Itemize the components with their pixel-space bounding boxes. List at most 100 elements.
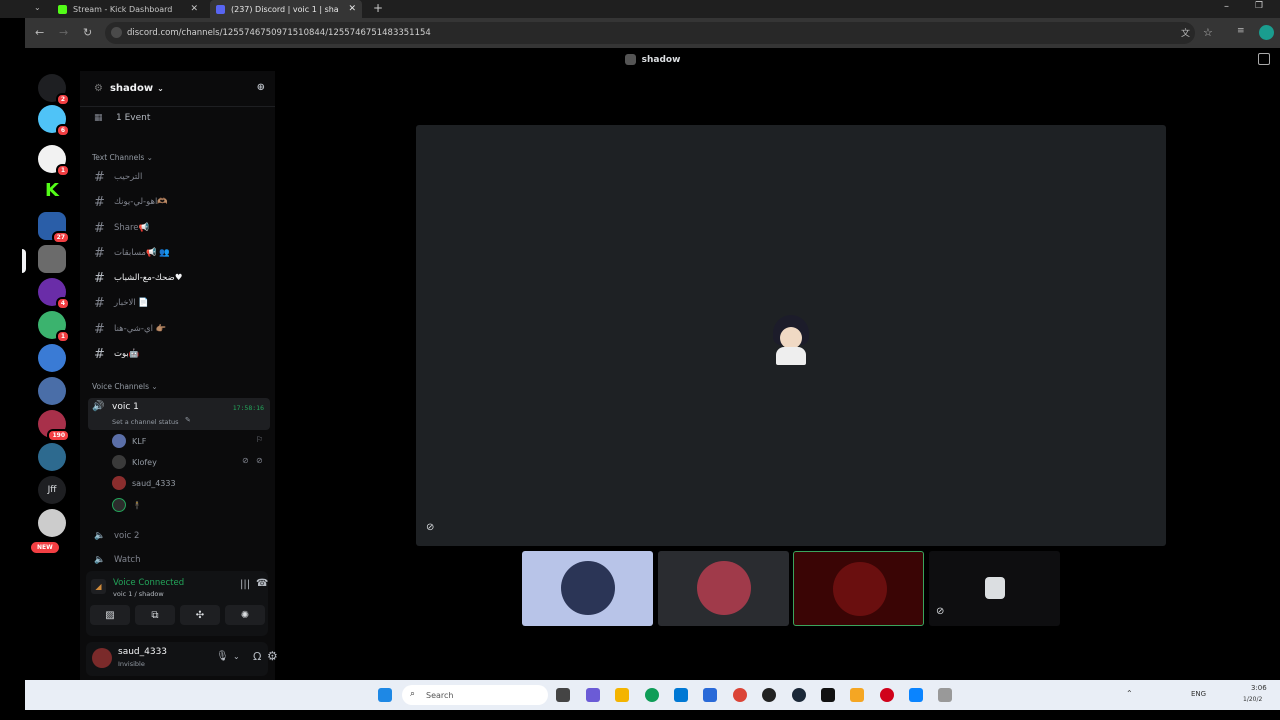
camera-toggle-button[interactable]: ▨ <box>90 605 130 625</box>
server-icon[interactable]: 190 <box>38 410 70 442</box>
pencil-icon[interactable]: ✎ <box>185 416 191 424</box>
avatar <box>833 562 887 616</box>
voice-timer: 17:58:16 <box>232 404 264 412</box>
epic-games-icon[interactable] <box>821 688 835 702</box>
translate-icon[interactable]: 文 <box>1181 26 1190 39</box>
file-explorer-icon[interactable] <box>615 688 629 702</box>
channel-status-prompt[interactable]: Set a channel status <box>112 418 179 426</box>
copilot-icon[interactable] <box>586 688 600 702</box>
server-icon[interactable]: 27 <box>38 212 70 244</box>
video-stage[interactable]: ⊘ <box>416 125 1166 546</box>
server-icon[interactable]: 1 <box>38 145 70 177</box>
server-icon[interactable]: 4 <box>38 278 70 310</box>
back-icon[interactable]: ← <box>35 26 44 39</box>
server-shadow-icon[interactable] <box>38 245 66 273</box>
steam-icon[interactable] <box>792 688 806 702</box>
tab-title: Stream - Kick Dashboard <box>73 4 173 14</box>
server-jff-icon[interactable]: Jff <box>38 476 66 504</box>
voice-member[interactable]: Klofey <box>112 455 157 469</box>
language-indicator[interactable]: ENG <box>1191 690 1206 698</box>
participant-tile[interactable]: ⊘ <box>929 551 1060 626</box>
close-tab-icon[interactable]: ✕ <box>190 4 198 14</box>
text-channel[interactable]: # الاخبار 📄 <box>92 292 270 314</box>
tab-kick-dashboard[interactable]: Stream - Kick Dashboard ✕ <box>52 0 204 18</box>
site-info-icon[interactable] <box>111 27 122 38</box>
invite-people-icon[interactable]: ⊕ <box>257 82 265 93</box>
server-icon[interactable]: 1 <box>38 311 70 343</box>
store-icon[interactable] <box>674 688 688 702</box>
text-channel[interactable]: # اهو-لي-يونك🫶🏽 <box>92 191 270 213</box>
text-channel[interactable]: # اي-شي-هنا 👉🏽 <box>92 318 270 340</box>
server-header[interactable]: ⚙ shadow ⌄ ⊕ <box>80 71 275 107</box>
chrome-icon[interactable] <box>733 688 747 702</box>
app-icon[interactable] <box>938 688 952 702</box>
chevron-down-icon[interactable]: ⌄ <box>233 652 240 661</box>
app-icon[interactable] <box>762 688 776 702</box>
noise-suppression-icon[interactable]: ||| <box>240 579 250 590</box>
kick-server-icon[interactable]: K <box>38 177 66 205</box>
minimize-icon[interactable]: – <box>1224 1 1229 12</box>
settings-gear-icon[interactable]: ⚙ <box>267 649 278 663</box>
text-channel[interactable]: # مسابقات📢 👥 <box>92 242 270 264</box>
reading-list-icon[interactable]: ≡ <box>1237 26 1245 36</box>
server-icon[interactable]: 6 <box>38 105 70 137</box>
new-tab-icon[interactable]: + <box>373 1 383 15</box>
voice-channel-active[interactable]: 🔊 voic 1 17:58:16 Set a channel status ✎ <box>88 398 270 430</box>
voice-channel[interactable]: 🔈 Watch <box>92 549 270 571</box>
voice-location[interactable]: voic 1 / shadow <box>113 590 164 598</box>
microphone-icon[interactable]: 🎙 <box>216 651 229 662</box>
server-icon[interactable] <box>38 344 66 372</box>
voice-member[interactable]: KLF <box>112 434 146 448</box>
app-icon[interactable] <box>850 688 864 702</box>
text-channel[interactable]: # بوت🤖 <box>92 343 270 365</box>
clock-time[interactable]: 3:06 <box>1251 684 1267 692</box>
inbox-icon[interactable] <box>1258 53 1270 65</box>
forward-icon[interactable]: → <box>59 26 68 39</box>
voice-member[interactable]: saud_4333 <box>112 476 176 490</box>
events-row[interactable]: ▦ 1 Event <box>94 107 150 129</box>
notification-badge: 4 <box>55 297 70 310</box>
connection-signal-icon[interactable]: ◢ <box>91 579 106 594</box>
participant-tile-speaking[interactable] <box>793 551 924 626</box>
profile-avatar[interactable] <box>1259 25 1274 40</box>
direct-messages-icon[interactable]: 2 <box>38 74 70 106</box>
screen-share-button[interactable]: ⧉ <box>135 605 175 625</box>
server-icon[interactable] <box>38 443 66 471</box>
task-view-icon[interactable] <box>556 688 570 702</box>
taskbar-search[interactable]: ⌕ Search <box>402 685 548 705</box>
text-channel[interactable]: # Share📢 <box>92 217 270 239</box>
app-icon[interactable] <box>909 688 923 702</box>
server-icon[interactable] <box>38 377 66 405</box>
avatar[interactable] <box>92 648 112 668</box>
tray-chevron-icon[interactable]: ⌃ <box>1126 689 1133 698</box>
soundboard-button[interactable]: ✺ <box>225 605 265 625</box>
clock-date[interactable]: 1/20/2 <box>1243 696 1262 703</box>
voice-status[interactable]: Voice Connected <box>113 578 184 588</box>
username[interactable]: saud_4333 <box>118 647 167 657</box>
windows-start-icon[interactable] <box>378 688 392 702</box>
category-text-channels[interactable]: Text Channels ⌄ <box>92 153 153 162</box>
tab-discord[interactable]: (237) Discord | voic 1 | sha ✕ <box>210 0 362 18</box>
tab-search-icon[interactable]: ⌄ <box>34 3 41 12</box>
participant-tile[interactable] <box>658 551 789 626</box>
disconnect-icon[interactable]: ☎ <box>256 578 268 589</box>
hash-icon: # <box>94 245 105 261</box>
restore-icon[interactable]: ❐ <box>1255 1 1263 11</box>
text-channel[interactable]: # الترحيب <box>92 166 270 188</box>
category-voice-channels[interactable]: Voice Channels ⌄ <box>92 382 158 391</box>
activities-button[interactable]: ✣ <box>180 605 220 625</box>
voice-channel[interactable]: 🔈 voic 2 <box>92 525 270 547</box>
video-off-icon[interactable]: ⊘ <box>426 522 434 533</box>
address-bar[interactable]: discord.com/channels/1255746750971510844… <box>105 22 1195 44</box>
edge-browser-icon[interactable] <box>645 688 659 702</box>
mail-icon[interactable] <box>703 688 717 702</box>
voice-member[interactable]: 🕴 <box>112 498 142 512</box>
close-tab-icon[interactable]: ✕ <box>348 4 356 14</box>
reload-icon[interactable]: ↻ <box>83 26 92 39</box>
participant-tile[interactable] <box>522 551 653 626</box>
bookmark-star-icon[interactable]: ☆ <box>1203 26 1213 39</box>
app-icon[interactable] <box>880 688 894 702</box>
server-icon[interactable] <box>38 509 66 537</box>
headphones-icon[interactable]: Ω <box>253 650 261 663</box>
text-channel[interactable]: # ضحك-مع-الشباب♥ <box>92 267 270 289</box>
